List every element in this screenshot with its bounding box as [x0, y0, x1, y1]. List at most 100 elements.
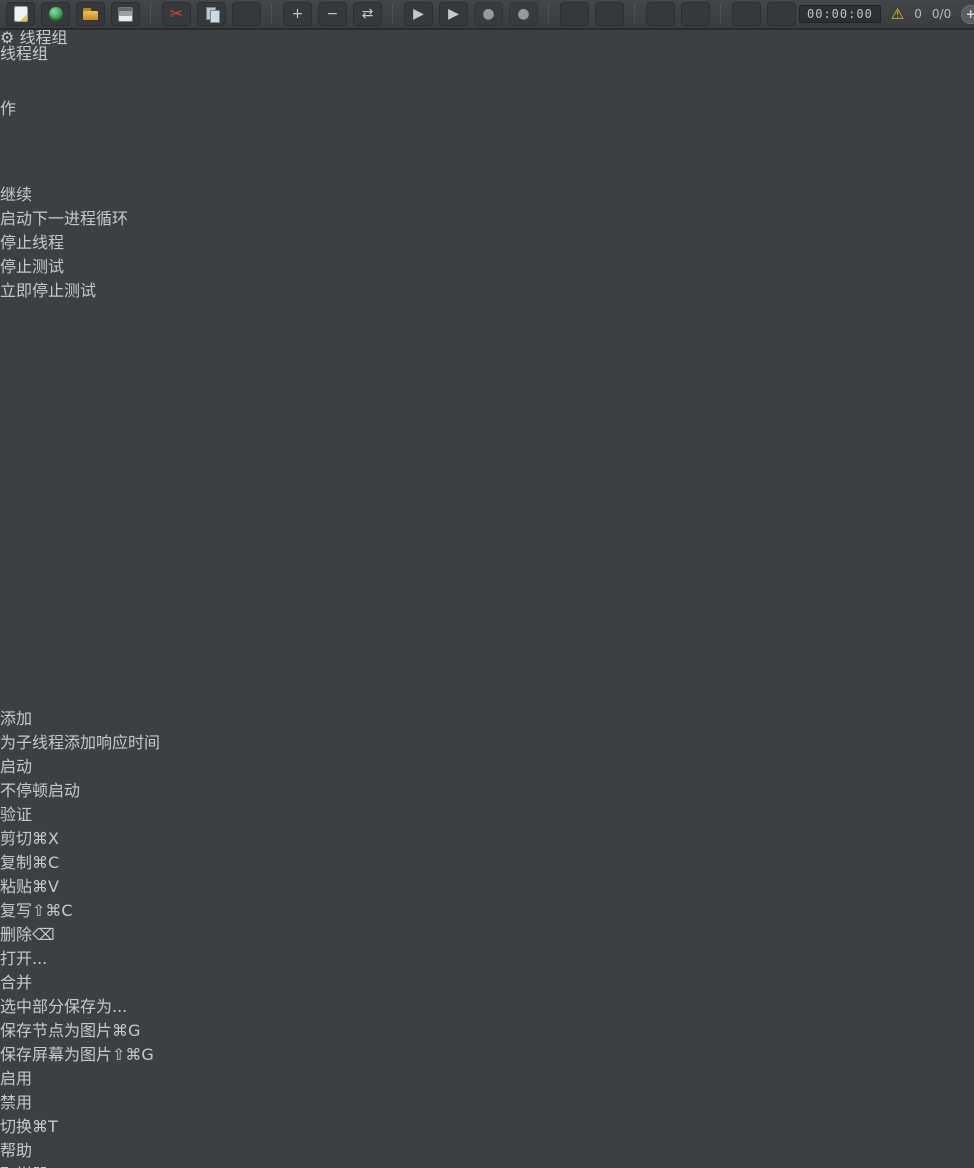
action-radio-row: 继续启动下一进程循环 停止线程 停止测试立即停止测试	[0, 181, 974, 301]
menu-item-label: 选中部分保存为...	[0, 997, 128, 1016]
menu-item-shortcut: ⇧⌘G	[112, 1045, 154, 1064]
menu-item[interactable]: 保存节点为图片⌘G	[0, 1017, 974, 1041]
action-radio-option[interactable]: 继续	[0, 181, 974, 205]
action-radio-option[interactable]: 停止测试	[0, 253, 974, 277]
menu-item[interactable]: 不停顿启动	[0, 777, 974, 801]
panel-title: 线程组	[0, 44, 49, 63]
action-radio-option[interactable]: 立即停止测试	[0, 277, 974, 301]
startup-delay-field[interactable]	[0, 685, 564, 705]
menu-item[interactable]: 选中部分保存为...	[0, 993, 974, 1017]
menu-item-label: 启动	[0, 757, 33, 776]
menu-item-label: 切换	[0, 1117, 33, 1136]
menu-item[interactable]: 剪切⌘X	[0, 825, 974, 849]
expand-icon: +	[291, 6, 304, 22]
menu-item[interactable]: 粘贴⌘V	[0, 873, 974, 897]
menu-item-label: 帮助	[0, 1141, 33, 1160]
menu-item[interactable]: 合并	[0, 969, 974, 993]
copy-button[interactable]	[197, 2, 226, 26]
menu-item[interactable]: 启用	[0, 1065, 974, 1089]
menu-item[interactable]: 保存屏幕为图片⇧⌘G	[0, 1041, 974, 1065]
thread-group-panel: 线程组 作 继续启动下一进程循环 停止线程 停止测试立即停止测试	[0, 40, 974, 705]
function-helper-icon	[738, 6, 756, 23]
search-reset-button[interactable]	[681, 2, 710, 26]
menu-item-label: 保存节点为图片	[0, 1021, 113, 1040]
radio-label: 停止线程	[0, 233, 65, 252]
toolbar-separator	[634, 4, 636, 24]
toolbar-status: 00:00:00 ⚠ 0 0/0 +	[799, 4, 974, 24]
help-button[interactable]	[767, 2, 796, 26]
menu-item-label: 复制	[0, 853, 33, 872]
toggle-button[interactable]: ⇄	[353, 2, 382, 26]
templates-button[interactable]	[41, 2, 70, 26]
radio-label: 立即停止测试	[0, 281, 97, 300]
menu-item-label: 复写	[0, 901, 33, 920]
toolbar: ✂ + − ⇄ ▶ ▶ ● ● 00:00:00 ⚠ 0 0/0 +	[0, 0, 974, 30]
add-submenu: 取样器逻辑控制器前置处理器后置处理器断言定时器测试片段配置元件监听器	[0, 1161, 974, 1168]
name-field[interactable]	[0, 64, 668, 81]
open-file-button[interactable]	[76, 2, 105, 26]
clear-button[interactable]	[560, 2, 589, 26]
menu-item[interactable]: 切换⌘T	[0, 1113, 974, 1137]
menu-item[interactable]: 禁用	[0, 1089, 974, 1113]
toolbar-buttons: ✂ + − ⇄ ▶ ▶ ● ●	[3, 0, 799, 29]
action-radio-option[interactable]: 停止线程	[0, 229, 974, 253]
save-button[interactable]	[111, 2, 140, 26]
help-icon	[773, 6, 791, 23]
menu-item[interactable]: 启动	[0, 753, 974, 777]
menu-item-label: 打开...	[0, 949, 48, 968]
new-file-icon	[12, 6, 30, 23]
comments-field[interactable]	[0, 81, 668, 95]
menu-item-shortcut: ⌘V	[32, 877, 59, 896]
search-reset-icon	[687, 6, 705, 23]
menu-item[interactable]: 验证	[0, 801, 974, 825]
menu-item[interactable]: 帮助	[0, 1137, 974, 1161]
duration-field[interactable]	[0, 664, 564, 685]
context-menu: 添加 为子线程添加响应时间 启动 不停顿启动 验证 剪切⌘X 复制⌘C 粘贴⌘V 复写⇧⌘C 删除…	[0, 705, 974, 1161]
menu-item[interactable]: 复写⇧⌘C	[0, 897, 974, 921]
menu-item[interactable]: 打开...	[0, 945, 974, 969]
radio-label: 启动下一进程循环	[0, 209, 129, 228]
clear-all-button[interactable]	[595, 2, 624, 26]
menu-item[interactable]: 删除⌫	[0, 921, 974, 945]
collapse-button[interactable]: −	[318, 2, 347, 26]
copy-icon	[203, 6, 221, 23]
menu-item-label: 取样器	[0, 1165, 48, 1168]
menu-item-label: 为子线程添加响应时间	[0, 733, 161, 752]
function-helper-button[interactable]	[732, 2, 761, 26]
warning-icon[interactable]: ⚠	[891, 6, 904, 22]
clear-icon	[566, 6, 584, 23]
collapse-icon: −	[326, 6, 339, 22]
action-group-label: 作	[0, 99, 17, 118]
action-radio-option[interactable]: 启动下一进程循环	[0, 205, 974, 229]
number-of-threads-field[interactable]	[0, 562, 662, 581]
search-button[interactable]	[646, 2, 675, 26]
menu-item-shortcut: ⌘C	[32, 853, 60, 872]
cut-icon: ✂	[169, 4, 184, 23]
clear-all-icon	[601, 6, 619, 23]
menu-item-shortcut: ⇧⌘C	[32, 901, 73, 920]
menu-item[interactable]: 复制⌘C	[0, 849, 974, 873]
new-file-button[interactable]	[6, 2, 35, 26]
menu-item-label: 合并	[0, 973, 33, 992]
save-icon	[117, 6, 135, 23]
thread-properties-group	[0, 301, 579, 562]
menu-item[interactable]: 添加	[0, 705, 974, 729]
start-button[interactable]: ▶	[404, 2, 433, 26]
expand-button[interactable]: +	[283, 2, 312, 26]
templates-icon	[47, 6, 65, 23]
radio-label: 继续	[0, 185, 33, 204]
menu-item[interactable]: 为子线程添加响应时间	[0, 729, 974, 753]
cut-button[interactable]: ✂	[162, 2, 191, 26]
stop-button[interactable]: ●	[474, 2, 503, 26]
shutdown-button[interactable]: ●	[509, 2, 538, 26]
menu-item-label: 不停顿启动	[0, 781, 81, 800]
open-file-icon	[82, 6, 100, 23]
toggle-icon: ⇄	[361, 6, 374, 22]
menu-item-label: 删除	[0, 925, 33, 944]
toolbar-separator	[150, 4, 152, 24]
menu-item-label: 启用	[0, 1069, 33, 1088]
paste-button[interactable]	[232, 2, 261, 26]
start-no-pauses-button[interactable]: ▶	[439, 2, 468, 26]
menu-item[interactable]: 取样器	[0, 1161, 974, 1168]
loop-count-field[interactable]	[0, 598, 662, 615]
